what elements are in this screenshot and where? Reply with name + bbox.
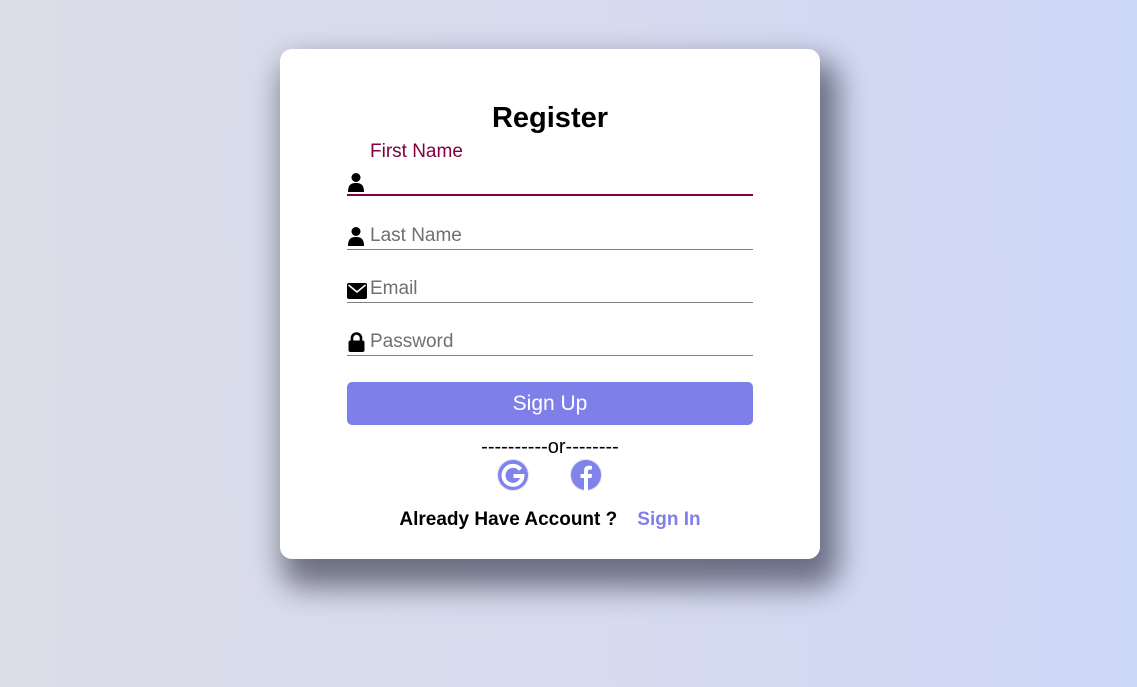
last-name-underline	[347, 249, 753, 250]
email-field[interactable]: Email	[347, 269, 753, 303]
password-field[interactable]: Password	[347, 322, 753, 356]
email-placeholder: Email	[370, 278, 418, 299]
facebook-login-button[interactable]	[569, 458, 603, 492]
first-name-underline	[347, 194, 753, 196]
form-title: Register	[491, 102, 609, 134]
password-underline	[347, 355, 753, 356]
sign-in-link[interactable]: Sign In	[637, 509, 700, 530]
first-name-input[interactable]	[370, 171, 750, 193]
already-have-account-text: Already Have Account ?	[399, 509, 618, 530]
google-login-button[interactable]	[496, 458, 530, 492]
facebook-icon	[570, 459, 602, 491]
signin-prompt: Already Have Account ? Sign In	[280, 509, 820, 531]
register-card: Register First Name Last Name Email Pass…	[280, 49, 820, 559]
user-icon	[347, 172, 365, 192]
last-name-field[interactable]: Last Name	[347, 216, 753, 250]
or-divider: ----------or--------	[481, 436, 619, 458]
lock-icon	[347, 332, 365, 352]
google-icon	[497, 459, 529, 491]
email-underline	[347, 302, 753, 303]
sign-up-button[interactable]: Sign Up	[347, 382, 753, 425]
last-name-placeholder: Last Name	[370, 225, 462, 246]
password-placeholder: Password	[370, 331, 454, 352]
first-name-label: First Name	[370, 141, 463, 162]
user-icon	[347, 226, 365, 246]
first-name-field[interactable]: First Name	[347, 141, 753, 196]
envelope-icon	[347, 279, 367, 299]
